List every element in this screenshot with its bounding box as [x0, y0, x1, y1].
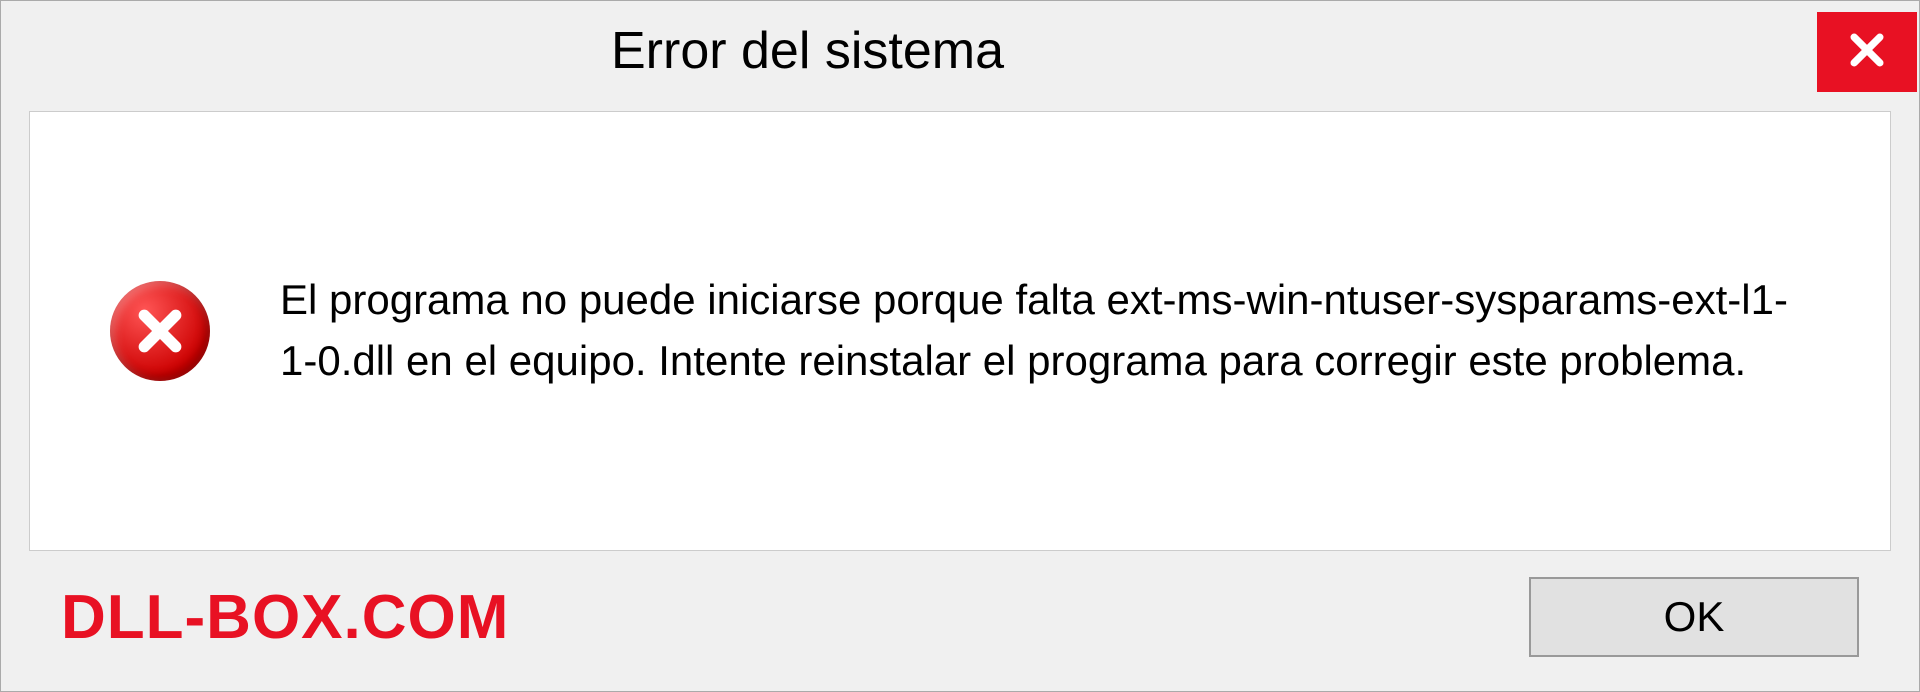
error-message: El programa no puede iniciarse porque fa… — [280, 270, 1820, 392]
content-area: El programa no puede iniciarse porque fa… — [29, 111, 1891, 551]
ok-button[interactable]: OK — [1529, 577, 1859, 657]
error-dialog: Error del sistema El programa no puede i… — [0, 0, 1920, 692]
titlebar: Error del sistema — [1, 1, 1919, 101]
error-icon — [110, 281, 210, 381]
close-button[interactable] — [1817, 12, 1917, 92]
dialog-title: Error del sistema — [41, 21, 1004, 81]
footer: DLL-BOX.COM OK — [1, 551, 1919, 691]
close-icon — [1845, 28, 1889, 77]
error-icon-wrapper — [110, 281, 210, 381]
watermark: DLL-BOX.COM — [61, 582, 509, 653]
